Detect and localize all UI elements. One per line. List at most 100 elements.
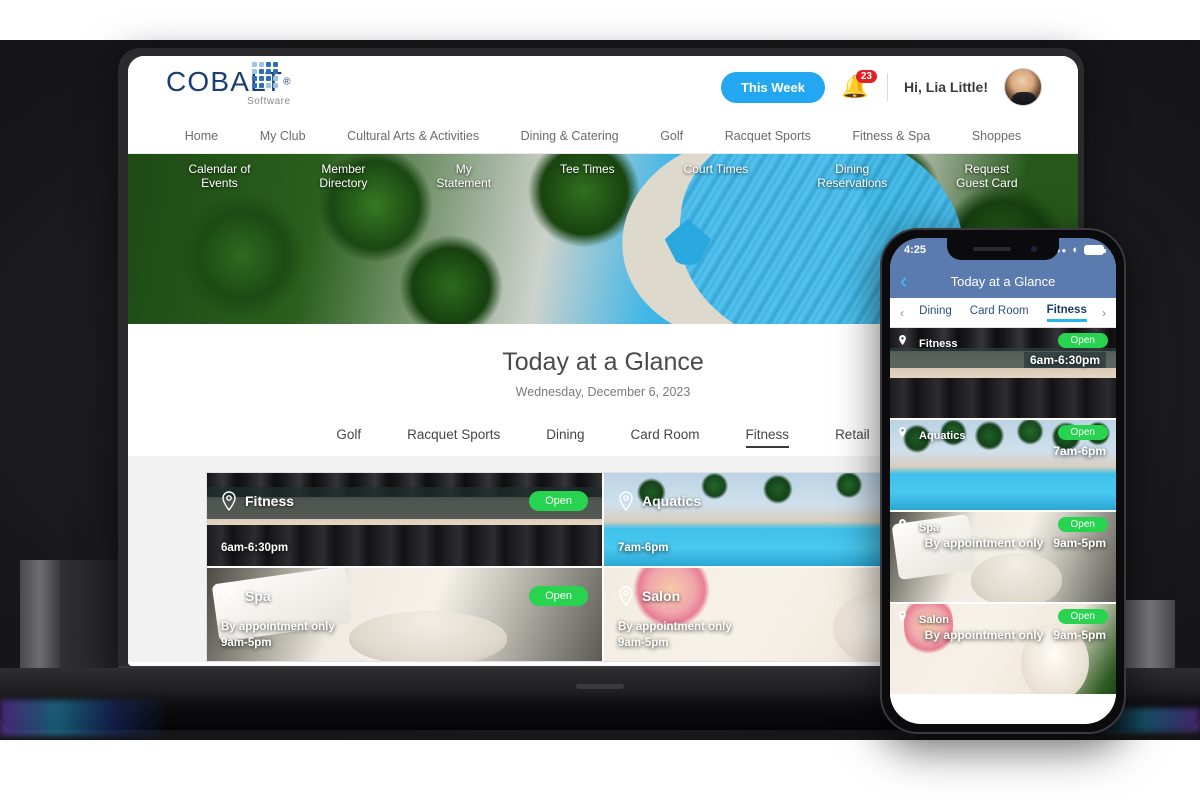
phone-venue-meta: By appointment only 9am-5pm — [925, 536, 1106, 550]
venue-card-spa[interactable]: Spa Open By appointment only 9am-5pm — [207, 568, 602, 661]
venue-appointment-note: By appointment only — [618, 621, 732, 633]
phone-venue-appointment-note: By appointment only — [924, 536, 1044, 550]
site-header: COBALT® Software This Week 🔔 23 Hi, Lia … — [128, 56, 1078, 118]
tab-golf[interactable]: Golf — [336, 427, 361, 448]
venue-appointment-note: By appointment only — [221, 621, 335, 633]
location-pin-icon — [618, 586, 634, 606]
phone-speaker — [973, 247, 1011, 251]
phone-venue-meta: By appointment only 9am-5pm — [925, 628, 1106, 642]
venue-meta: By appointment only 9am-5pm — [618, 619, 732, 651]
nav-item-dining-catering[interactable]: Dining & Catering — [521, 129, 619, 143]
phone-tab-dining[interactable]: Dining — [919, 305, 952, 320]
quicklink-member-directory[interactable]: Member Directory — [319, 162, 367, 190]
phone-card-header: Fitness — [898, 334, 958, 354]
venue-card-header: Fitness — [221, 491, 294, 511]
phone-card-aquatics[interactable]: Aquatics Open 7am-6pm — [890, 420, 1116, 512]
phone-tab-card-room[interactable]: Card Room — [970, 305, 1029, 320]
logo-dot-grid-icon — [252, 62, 278, 88]
location-pin-icon — [898, 426, 914, 446]
status-badge: Open — [529, 491, 588, 511]
venue-hours: 9am-5pm — [618, 637, 669, 649]
tab-scroll-left-icon[interactable]: ‹ — [896, 306, 908, 320]
notification-count-badge: 23 — [855, 70, 877, 83]
wifi-icon: ◐ — [1072, 244, 1079, 256]
phone-card-spa[interactable]: Spa Open By appointment only 9am-5pm — [890, 512, 1116, 604]
venue-card-header: Spa — [221, 586, 271, 606]
phone-venue-hours: 7am-6pm — [1053, 444, 1106, 458]
stand-left — [20, 560, 60, 678]
quicklink-dining-reservations[interactable]: Dining Reservations — [817, 162, 887, 190]
phone-camera-icon — [1031, 246, 1037, 252]
phone-venue-title: Aquatics — [919, 430, 966, 442]
avatar[interactable] — [1004, 68, 1042, 106]
phone-card-header: Spa — [898, 518, 939, 538]
quicklink-court-times[interactable]: Court Times — [684, 162, 749, 176]
phone-venue-hours: 6am-6:30pm — [1029, 353, 1100, 367]
location-pin-icon — [221, 586, 237, 606]
phone-venue-title: Spa — [919, 522, 940, 534]
phone-card-salon[interactable]: Salon Open By appointment only 9am-5pm — [890, 604, 1116, 696]
phone-status-badge: Open — [1057, 333, 1108, 348]
phone-venue-title: Salon — [919, 614, 949, 626]
location-pin-icon — [618, 491, 634, 511]
nav-item-golf[interactable]: Golf — [660, 129, 683, 143]
prism-reflection-left — [0, 700, 170, 736]
phone-venue-title: Fitness — [919, 338, 958, 350]
phone-clock: 4:25 — [904, 244, 927, 256]
phone-venue-meta: 6am-6:30pm — [1023, 352, 1106, 368]
phone-tab-fitness[interactable]: Fitness — [1046, 304, 1087, 322]
venue-hours: 6am-6:30pm — [221, 542, 289, 554]
phone-venue-meta: 7am-6pm — [1053, 444, 1106, 458]
notifications-bell[interactable]: 🔔 23 — [841, 70, 877, 102]
phone-notch — [947, 238, 1059, 260]
venue-hours: 7am-6pm — [618, 542, 669, 554]
quicklink-my-statement[interactable]: My Statement — [436, 162, 491, 190]
this-week-button[interactable]: This Week — [720, 71, 825, 103]
nav-item-my-club[interactable]: My Club — [260, 129, 306, 143]
venue-meta: 6am-6:30pm — [221, 540, 288, 556]
venue-card-header: Salon — [618, 586, 680, 606]
tab-retail[interactable]: Retail — [835, 427, 870, 448]
phone-bottom-spacer — [890, 696, 1116, 722]
tab-dining[interactable]: Dining — [546, 427, 584, 448]
quicklink-tee-times[interactable]: Tee Times — [560, 162, 615, 176]
logo-registered-mark: ® — [283, 76, 291, 88]
venue-card-header: Aquatics — [618, 491, 701, 511]
phone-card-header: Aquatics — [898, 426, 965, 446]
location-pin-icon — [221, 491, 237, 511]
tab-racquet-sports[interactable]: Racquet Sports — [407, 427, 500, 448]
location-pin-icon — [898, 518, 914, 538]
cobalt-logo[interactable]: COBALT® Software — [166, 62, 291, 107]
phone-status-badge: Open — [1057, 517, 1108, 532]
nav-item-home[interactable]: Home — [185, 129, 218, 143]
tab-scroll-right-icon[interactable]: › — [1098, 306, 1110, 320]
venue-title: Salon — [642, 588, 681, 604]
status-badge: Open — [529, 586, 588, 606]
venue-card-fitness[interactable]: Fitness Open 6am-6:30pm — [207, 473, 602, 566]
venue-title: Spa — [245, 588, 271, 604]
nav-item-shoppes[interactable]: Shoppes — [972, 129, 1021, 143]
phone-page-title: Today at a Glance — [950, 273, 1056, 289]
tab-fitness[interactable]: Fitness — [745, 427, 790, 448]
phone-venue-hours: 9am-5pm — [1053, 536, 1106, 550]
phone-tab-list: Dining Card Room Fitness — [919, 304, 1087, 322]
phone-screen: 4:25 ●●●● ◐ ‹ Today at a Glance ‹ Dining… — [890, 238, 1116, 724]
header-right-cluster: This Week 🔔 23 Hi, Lia Little! — [720, 68, 1042, 106]
nav-item-cultural-arts[interactable]: Cultural Arts & Activities — [347, 129, 479, 143]
location-pin-icon — [898, 334, 914, 354]
tab-card-room[interactable]: Card Room — [631, 427, 700, 448]
phone-card-header: Salon — [898, 610, 949, 630]
quicklink-calendar-of-events[interactable]: Calendar of Events — [188, 162, 250, 190]
header-divider — [887, 73, 888, 101]
nav-item-racquet-sports[interactable]: Racquet Sports — [725, 129, 811, 143]
venue-title: Fitness — [245, 493, 295, 509]
quicklink-request-guest-card[interactable]: Request Guest Card — [956, 162, 1017, 190]
phone-mockup: 4:25 ●●●● ◐ ‹ Today at a Glance ‹ Dining… — [880, 228, 1126, 734]
phone-tab-bar: ‹ Dining Card Room Fitness › — [890, 298, 1116, 328]
primary-navigation: Home My Club Cultural Arts & Activities … — [128, 118, 1078, 154]
back-chevron-icon[interactable]: ‹ — [900, 270, 907, 292]
phone-status-badge: Open — [1057, 609, 1108, 624]
phone-card-fitness[interactable]: Fitness Open 6am-6:30pm — [890, 328, 1116, 420]
venue-hours: 9am-5pm — [221, 637, 272, 649]
nav-item-fitness-spa[interactable]: Fitness & Spa — [852, 129, 930, 143]
